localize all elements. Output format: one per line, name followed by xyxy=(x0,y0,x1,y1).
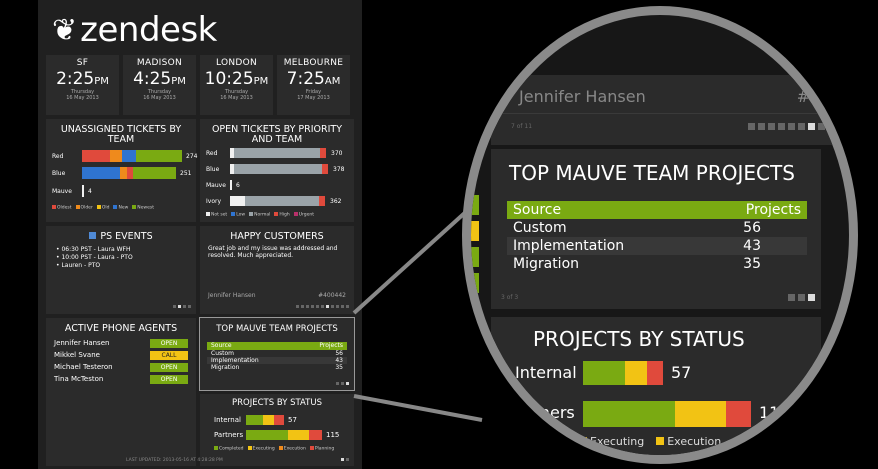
status-swatch xyxy=(471,195,479,215)
widget-title: TOP MAUVE TEAM PROJECTS xyxy=(509,161,795,185)
legend-item: Execution xyxy=(656,435,721,448)
table-row: Migration 35 xyxy=(513,256,761,272)
zoom-happy-customers: Jennifer Hansen #40044 7 of 11 xyxy=(491,75,858,145)
pager-text: 3 of 3 xyxy=(501,294,519,301)
status-swatch xyxy=(471,221,479,241)
status-swatch xyxy=(471,273,479,293)
table-row: Implementation 43 xyxy=(507,237,807,255)
bar-partners xyxy=(583,401,751,427)
table-row: Custom 56 xyxy=(513,220,761,236)
table-header: Source Projects xyxy=(507,201,807,219)
widget-title: PROJECTS BY STATUS xyxy=(533,327,745,351)
customer-name: Jennifer Hansen xyxy=(519,87,646,106)
row-label: rtners xyxy=(527,403,575,422)
pager[interactable] xyxy=(748,123,849,130)
ticket-number: #40044 xyxy=(796,87,858,106)
status-swatch xyxy=(471,247,479,267)
projects-table: Source Projects Custom 56 Implementation 43… xyxy=(507,201,807,273)
row-label: Internal xyxy=(515,363,577,382)
row-value: 57 xyxy=(671,363,692,382)
legend-item: Executing xyxy=(579,435,644,448)
legend: Executing Execution xyxy=(579,435,721,448)
pager[interactable] xyxy=(788,294,815,301)
bar-internal xyxy=(583,361,663,385)
zoom-mauve-projects: TOP MAUVE TEAM PROJECTS Source Projects C… xyxy=(491,149,821,309)
zoom-projects-status: PROJECTS BY STATUS Internal 57 rtners 11… xyxy=(491,317,821,455)
magnifier-lens: Jennifer Hansen #40044 7 of 11 TOP MAUVE… xyxy=(462,6,858,464)
row-value: 11 xyxy=(759,403,780,422)
pager-text: 7 of 11 xyxy=(511,123,533,130)
